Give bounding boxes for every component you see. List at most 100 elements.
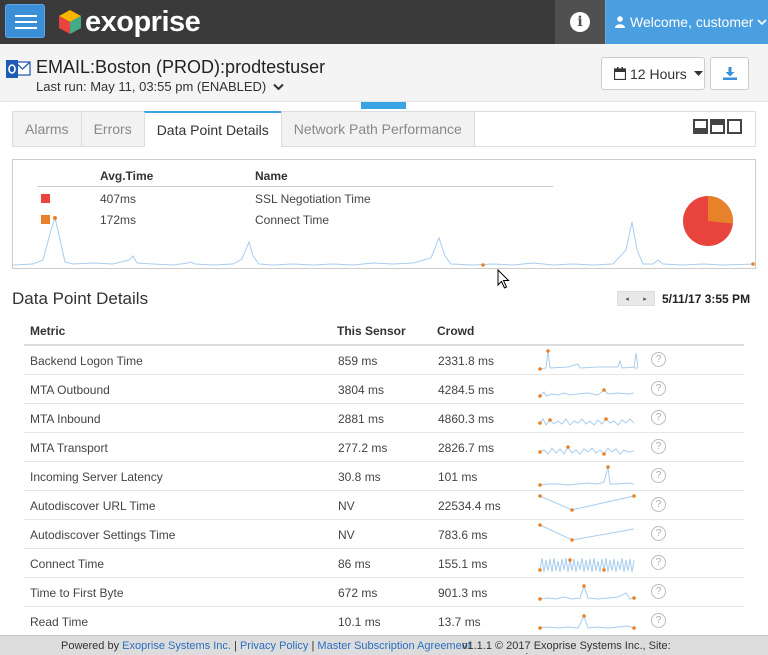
powered-by-label: Powered by (61, 640, 120, 652)
sparkline-marker (546, 349, 550, 353)
hamburger-icon (15, 15, 37, 17)
sparkline (538, 614, 636, 630)
tab-data-point-details[interactable]: Data Point Details (143, 111, 282, 147)
legend-header-name: Name (255, 169, 288, 183)
sensor-value: NV (338, 528, 355, 542)
tab-bar: Alarms Errors Data Point Details Network… (12, 111, 475, 147)
info-button[interactable]: i (555, 0, 605, 44)
sparkline-marker (538, 483, 542, 487)
help-icon[interactable]: ? (651, 439, 666, 454)
legend-name-ssl[interactable]: SSL Negotiation Time (255, 192, 371, 206)
sensor-value: 3804 ms (338, 383, 385, 397)
sparkline (538, 417, 635, 426)
sparkline-marker (538, 367, 542, 371)
crowd-value: 22534.4 ms (438, 499, 501, 513)
table-row[interactable]: Read Time 10.1 ms 13.7 ms? (24, 607, 744, 636)
info-icon: i (570, 12, 590, 32)
pager-prev-button[interactable]: ◂ (625, 295, 629, 303)
sparkline-marker (548, 418, 552, 422)
pie-slice-connect (708, 196, 733, 224)
sparkline-path (539, 446, 635, 455)
hamburger-icon (15, 27, 37, 29)
pager-next-button[interactable]: ▸ (643, 295, 647, 303)
layout-bottom-icon[interactable] (693, 119, 708, 134)
last-run-label: Last run: May 11, 03:55 pm (ENABLED) (36, 79, 267, 94)
column-header-metric[interactable]: Metric (30, 324, 65, 338)
sparkline-marker (632, 596, 636, 600)
table-row[interactable]: MTA Inbound 2881 ms 4860.3 ms? (24, 404, 744, 433)
help-icon[interactable]: ? (651, 410, 666, 425)
legend-swatch-connect (41, 215, 50, 224)
legend-name-connect[interactable]: Connect Time (255, 213, 329, 227)
sparkline-path (539, 557, 635, 573)
sensor-value: 859 ms (338, 354, 378, 368)
help-icon[interactable]: ? (651, 497, 666, 512)
sensor-value: 10.1 ms (338, 615, 381, 629)
layout-full-icon[interactable] (727, 119, 742, 134)
sparkline-marker (538, 626, 542, 630)
privacy-policy-link[interactable]: Privacy Policy (240, 640, 308, 652)
help-icon[interactable]: ? (651, 352, 666, 367)
legend-divider (37, 186, 553, 187)
user-icon (615, 16, 625, 28)
download-button[interactable] (710, 57, 749, 90)
table-row[interactable]: MTA Transport 277.2 ms 2826.7 ms? (24, 433, 744, 462)
sparkline-marker (538, 523, 542, 527)
sensor-value: NV (338, 499, 355, 513)
column-header-crowd[interactable]: Crowd (437, 324, 474, 338)
help-icon[interactable]: ? (651, 555, 666, 570)
crowd-value: 4860.3 ms (438, 412, 495, 426)
msa-link[interactable]: Master Subscription Agreement (317, 640, 470, 652)
help-icon[interactable]: ? (651, 613, 666, 628)
sparkline-path (539, 418, 635, 426)
sparkline-path (539, 466, 635, 486)
help-icon[interactable]: ? (651, 526, 666, 541)
sparkline (538, 388, 635, 398)
crowd-value: 783.6 ms (438, 528, 488, 542)
table-row[interactable]: Backend Logon Time 859 ms 2331.8 ms? (24, 346, 744, 375)
crowd-value: 2331.8 ms (438, 354, 495, 368)
crowd-value: 101 ms (438, 470, 478, 484)
help-icon[interactable]: ? (651, 584, 666, 599)
tab-alarms[interactable]: Alarms (12, 111, 82, 147)
sparkline-marker (606, 465, 610, 469)
sensor-value: 672 ms (338, 586, 378, 600)
metric-name: Backend Logon Time (30, 354, 143, 368)
sparkline-marker (570, 538, 574, 542)
help-icon[interactable]: ? (651, 381, 666, 396)
logo[interactable]: exoprise (58, 6, 201, 38)
crowd-value: 2826.7 ms (438, 441, 495, 455)
sparkline-path (539, 524, 635, 541)
footer-separator: | (311, 640, 315, 652)
sparkline-marker (566, 445, 570, 449)
selected-date: 5/11/17 3:55 PM (662, 292, 751, 306)
help-icon[interactable]: ? (651, 468, 666, 483)
legend-avg-connect: 172ms (100, 213, 137, 227)
sensor-value: 30.8 ms (338, 470, 381, 484)
column-header-sensor[interactable]: This Sensor (337, 324, 406, 338)
table-row[interactable]: Autodiscover Settings Time NV 783.6 ms? (24, 520, 744, 549)
table-row[interactable]: MTA Outbound 3804 ms 4284.5 ms? (24, 375, 744, 404)
last-run-dropdown[interactable]: Last run: May 11, 03:55 pm (ENABLED) (36, 79, 284, 94)
tab-errors[interactable]: Errors (80, 111, 145, 147)
layout-split-icon[interactable] (710, 119, 725, 134)
caret-down-icon (693, 70, 703, 76)
timerange-label: 12 Hours (630, 65, 687, 82)
section-title: Data Point Details (12, 289, 149, 308)
table-row[interactable]: Incoming Server Latency 30.8 ms 101 ms? (24, 462, 744, 491)
timerange-dropdown[interactable]: 12 Hours (601, 57, 705, 90)
sparkline-marker (582, 584, 586, 588)
table-row[interactable]: Time to First Byte 672 ms 901.3 ms? (24, 578, 744, 607)
menu-button[interactable] (5, 4, 45, 38)
user-menu-button[interactable]: Welcome, customer (605, 0, 768, 44)
scroll-marker (361, 102, 406, 109)
tab-network-path-performance[interactable]: Network Path Performance (280, 111, 475, 147)
sensor-header: EMAIL:Boston (PROD):prodtestuser Last ru… (0, 44, 768, 102)
timeline-marker (481, 263, 485, 267)
sparkline-marker (568, 558, 572, 562)
table-row[interactable]: Autodiscover URL Time NV 22534.4 ms? (24, 491, 744, 520)
sensor-value: 277.2 ms (338, 441, 388, 455)
table-row[interactable]: Connect Time 86 ms 155.1 ms? (24, 549, 744, 578)
company-link[interactable]: Exoprise Systems Inc. (122, 640, 231, 652)
sparkline (538, 465, 635, 487)
